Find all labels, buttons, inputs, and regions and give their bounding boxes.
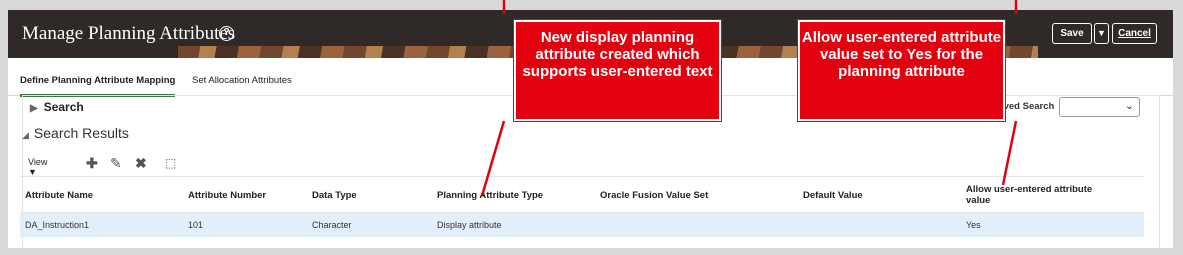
search-results-heading[interactable]: ◢ Search Results xyxy=(22,125,129,141)
detach-icon[interactable]: ⬚ xyxy=(165,155,176,171)
edit-icon[interactable]: ✎ xyxy=(110,155,122,171)
cell-attribute-number: 101 xyxy=(188,220,204,230)
saved-search-select[interactable]: ⌄ xyxy=(1059,97,1140,117)
search-section-toggle[interactable]: ▶ Search xyxy=(30,100,84,114)
delete-icon[interactable]: ✖ xyxy=(135,155,147,171)
expand-triangle-icon: ▶ xyxy=(30,103,38,114)
page-title: Manage Planning Attributes xyxy=(22,23,236,44)
cell-planning-attribute-type: Display attribute xyxy=(437,220,502,230)
cell-allow-user-entered: Yes xyxy=(966,220,981,230)
table-header: Attribute Name Attribute Number Data Typ… xyxy=(20,176,1144,213)
column-header-planning-attribute-type[interactable]: Planning Attribute Type xyxy=(437,190,543,201)
chevron-down-icon: ⌄ xyxy=(1124,100,1134,112)
view-menu[interactable]: View ▼ xyxy=(28,157,47,177)
save-menu-chevron-icon[interactable]: ▼ xyxy=(1094,23,1109,44)
collapse-triangle-icon: ◢ xyxy=(22,130,29,140)
search-label: Search xyxy=(43,100,84,114)
tab-define-planning-attribute-mapping[interactable]: Define Planning Attribute Mapping xyxy=(20,75,176,97)
add-icon[interactable]: ✚ xyxy=(86,155,98,171)
column-header-data-type[interactable]: Data Type xyxy=(312,190,357,201)
cell-attribute-name: DA_Instruction1 xyxy=(25,220,90,230)
tab-set-allocation-attributes[interactable]: Set Allocation Attributes xyxy=(192,75,292,94)
table-row[interactable]: DA_Instruction1 101 Character Display at… xyxy=(20,213,1144,237)
search-results-label: Search Results xyxy=(33,125,129,141)
cell-data-type: Character xyxy=(312,220,352,230)
column-header-allow-user-entered[interactable]: Allow user-entered attribute value xyxy=(966,184,1116,206)
column-header-default-value[interactable]: Default Value xyxy=(803,190,863,201)
save-button[interactable]: Save xyxy=(1052,23,1092,44)
callout-allow-user-entered: Allow user-entered attribute value set t… xyxy=(798,20,1005,121)
column-header-attribute-name[interactable]: Attribute Name xyxy=(25,190,93,201)
column-header-attribute-number[interactable]: Attribute Number xyxy=(188,190,266,201)
column-header-oracle-fusion-value-set[interactable]: Oracle Fusion Value Set xyxy=(600,190,708,201)
help-icon[interactable]: ? xyxy=(219,26,234,41)
view-menu-label: View xyxy=(28,157,48,167)
callout-new-display-attribute: New display planning attribute created w… xyxy=(514,20,721,121)
cancel-button[interactable]: Cancel xyxy=(1112,23,1157,44)
